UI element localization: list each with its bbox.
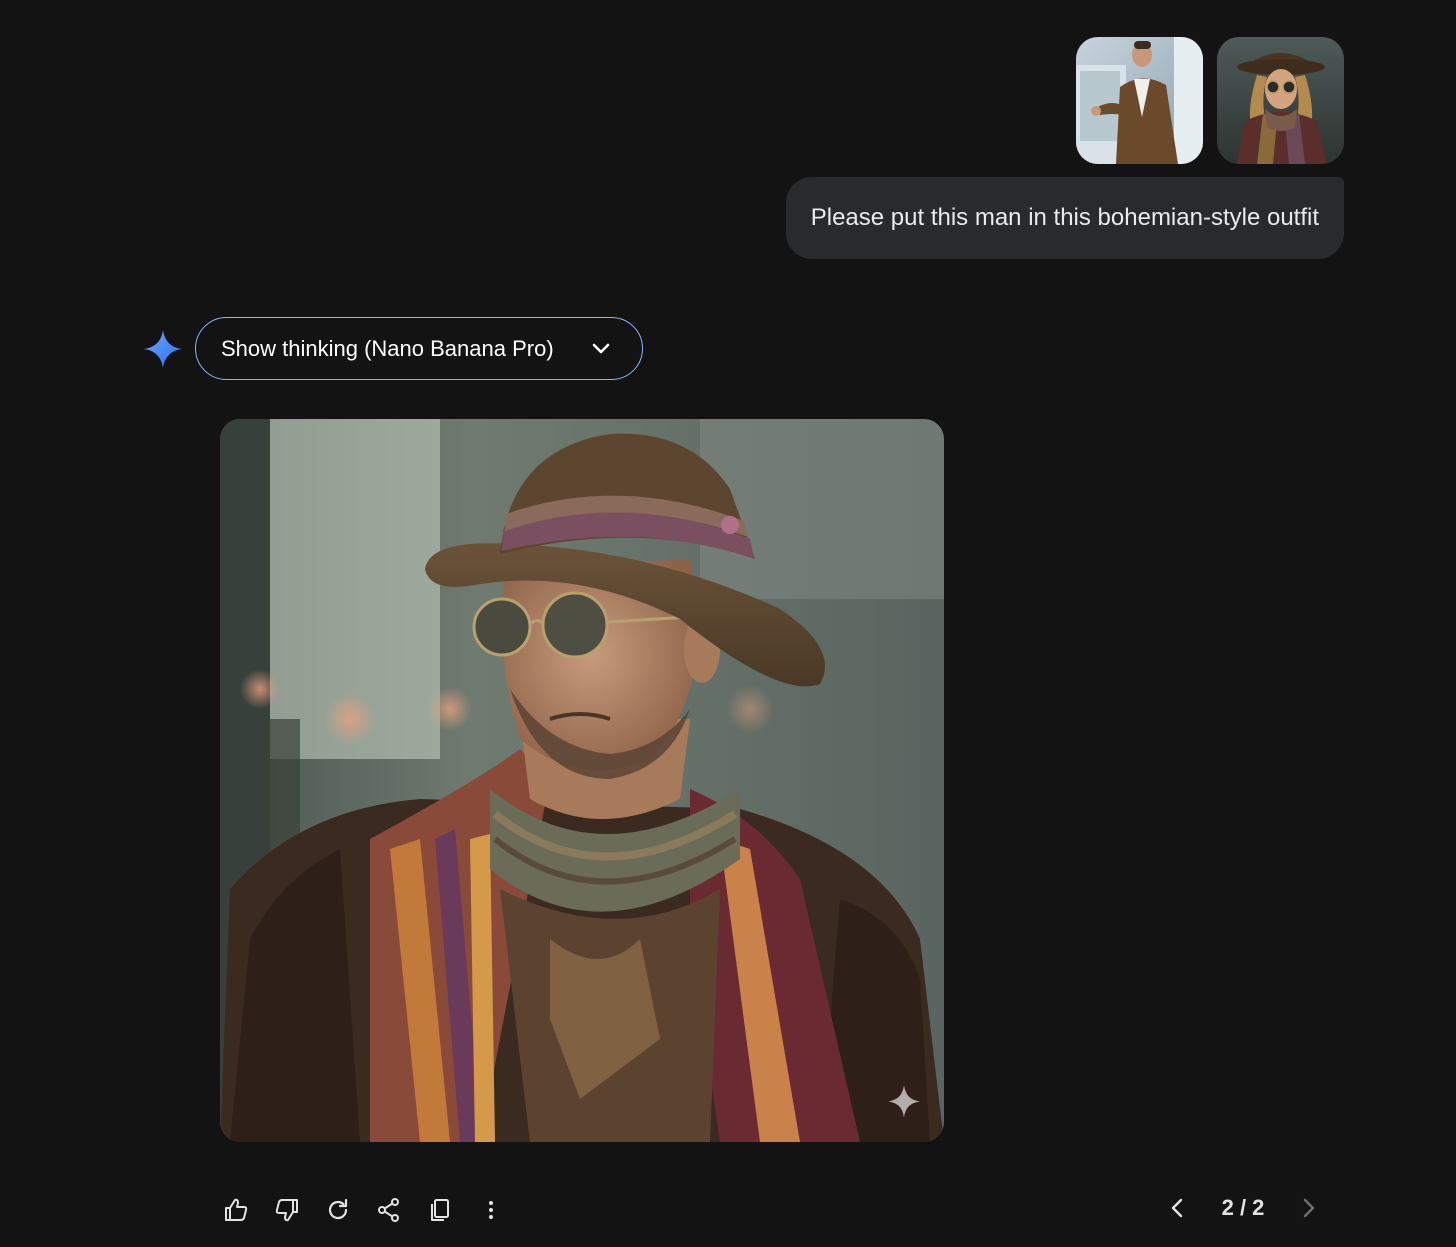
- generated-portrait-image: [220, 419, 944, 1142]
- photo-bohemian-outfit-thumbnail: [1217, 37, 1344, 164]
- copy-icon: [431, 1199, 449, 1221]
- response-pager: 2 / 2: [1158, 1186, 1338, 1230]
- chevron-left-icon: [1171, 1198, 1183, 1218]
- pager-label: 2 / 2: [1221, 1195, 1265, 1220]
- chevron-right-icon: [1303, 1198, 1315, 1218]
- thumbs-down-button[interactable]: [267, 1190, 307, 1230]
- regenerate-icon: [328, 1198, 348, 1220]
- next-response-button[interactable]: [1288, 1188, 1328, 1228]
- thumbs-down-icon: [275, 1199, 298, 1222]
- show-thinking-button[interactable]: Show thinking (Nano Banana Pro): [195, 317, 643, 380]
- share-button[interactable]: [369, 1190, 409, 1230]
- regenerate-button[interactable]: [318, 1190, 358, 1230]
- previous-response-button[interactable]: [1158, 1188, 1198, 1228]
- attachment-thumbnail-presenter[interactable]: [1076, 37, 1203, 164]
- user-message-text: Please put this man in this bohemian-sty…: [810, 204, 1319, 231]
- more-options-button[interactable]: [471, 1190, 511, 1230]
- more-options-icon: [489, 1201, 493, 1219]
- gemini-spark-icon: [144, 330, 182, 368]
- photo-man-presenting-thumbnail: [1076, 37, 1203, 164]
- chevron-down-icon: [592, 343, 610, 354]
- thumbs-up-icon: [225, 1198, 248, 1221]
- response-actions: [216, 1190, 511, 1230]
- user-attachments: [1076, 37, 1344, 164]
- generated-image[interactable]: [220, 419, 944, 1142]
- attachment-thumbnail-outfit[interactable]: [1217, 37, 1344, 164]
- share-icon: [378, 1198, 399, 1222]
- user-message-bubble: Please put this man in this bohemian-sty…: [785, 177, 1344, 259]
- show-thinking-label: Show thinking (Nano Banana Pro): [221, 335, 554, 361]
- copy-button[interactable]: [420, 1190, 460, 1230]
- thumbs-up-button[interactable]: [216, 1190, 256, 1230]
